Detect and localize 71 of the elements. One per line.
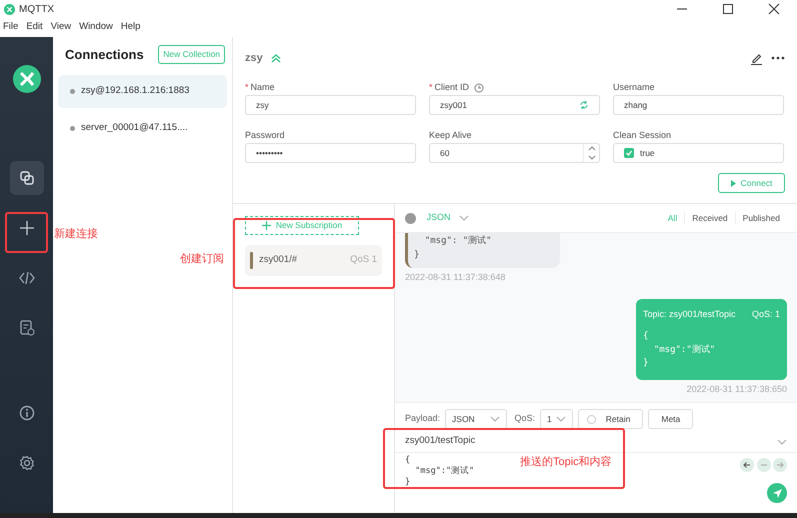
radio[interactable]: [586, 414, 596, 424]
annotation-frame: [5, 212, 48, 253]
qos-text: QoS 1: [350, 253, 377, 268]
field-label: Client ID: [434, 81, 470, 94]
field-label: Username: [613, 81, 656, 94]
panel-title: Connections: [65, 46, 144, 64]
info-icon[interactable]: [18, 405, 34, 421]
menu-item[interactable]: File: [2, 20, 20, 35]
chevron-down-icon: [490, 416, 500, 422]
qos-select[interactable]: 1: [540, 409, 573, 429]
message-topic: Topic: zsy001/testTopic: [643, 308, 736, 321]
check-icon: [625, 149, 633, 157]
window-title: MQTTX: [19, 2, 54, 16]
connection-item[interactable]: zsy@192.168.1.216:1883: [58, 74, 227, 108]
retain-toggle[interactable]: Retain: [578, 409, 644, 429]
nav-item[interactable]: [10, 161, 44, 195]
message-qos: QoS: 1: [752, 308, 780, 321]
topic-input[interactable]: zsy001/testTopic: [395, 431, 797, 453]
menu-item[interactable]: View: [50, 20, 72, 35]
app-logo-icon: [12, 65, 40, 93]
more-icon[interactable]: [771, 56, 785, 60]
add-icon[interactable]: [18, 220, 34, 236]
clock-icon: [474, 83, 484, 93]
payload-editor[interactable]: { "msg":"测试" }: [405, 455, 474, 488]
message-body: { "msg":"测试" }: [643, 330, 716, 370]
message-time: 2022-08-31 11:37:38:650: [686, 382, 787, 396]
message-bubble: "msg": "测试" }: [405, 233, 560, 268]
connection-item[interactable]: server_00001@47.115....: [58, 112, 227, 144]
meta-button[interactable]: Meta: [648, 409, 694, 429]
input-field[interactable]: zhang: [613, 95, 784, 115]
format-select[interactable]: JSON: [445, 409, 508, 429]
qos-label: QoS:: [514, 412, 536, 426]
checkbox-field[interactable]: true: [613, 143, 784, 163]
annotation-text: 推送的Topic和内容: [520, 454, 612, 470]
field-label: Password: [245, 129, 286, 142]
payload-label: Payload:: [405, 412, 440, 426]
annotation-text: 创建订阅: [180, 252, 224, 267]
play-icon: [730, 180, 736, 186]
input-field[interactable]: zsy: [245, 95, 416, 115]
topic-text: zsy001/#: [259, 253, 298, 268]
filter-tab[interactable]: Published: [734, 212, 787, 224]
plus-icon: [262, 221, 271, 230]
connection-name: zsy: [245, 50, 263, 66]
input-field[interactable]: 60: [429, 143, 600, 163]
chevron-down-icon: [556, 416, 566, 422]
status-dot: [70, 88, 75, 94]
settings-icon[interactable]: [18, 455, 34, 471]
connections-icon[interactable]: [18, 170, 34, 186]
input-field[interactable]: zsy001: [429, 95, 600, 115]
filter-tab[interactable]: Received: [684, 212, 735, 224]
menu-item[interactable]: Window: [78, 20, 114, 35]
code-icon[interactable]: [18, 270, 34, 286]
field-label: Keep Alive: [429, 129, 473, 142]
menu-item[interactable]: Help: [120, 20, 142, 35]
app-logo-icon: [4, 4, 15, 14]
checkbox[interactable]: [624, 148, 634, 158]
log-icon[interactable]: [18, 320, 34, 336]
input-field[interactable]: •••••••••: [245, 143, 416, 163]
required-mark: *: [245, 81, 249, 94]
subscription-item[interactable]: zsy001/# QoS 1: [245, 245, 382, 276]
checkbox-label: true: [640, 146, 655, 160]
field-label: Clean Session: [613, 129, 672, 142]
annotation-text: 新建连接: [54, 226, 98, 242]
required-mark: *: [429, 81, 433, 94]
field-label: Name: [250, 81, 275, 94]
status-dot: [70, 126, 75, 130]
status-dot: [405, 212, 416, 224]
send-icon: [772, 488, 782, 498]
menu-item[interactable]: Edit: [25, 20, 44, 35]
edit-icon[interactable]: [750, 52, 763, 64]
message-time: 2022-08-31 11:37:38:648: [405, 271, 506, 284]
